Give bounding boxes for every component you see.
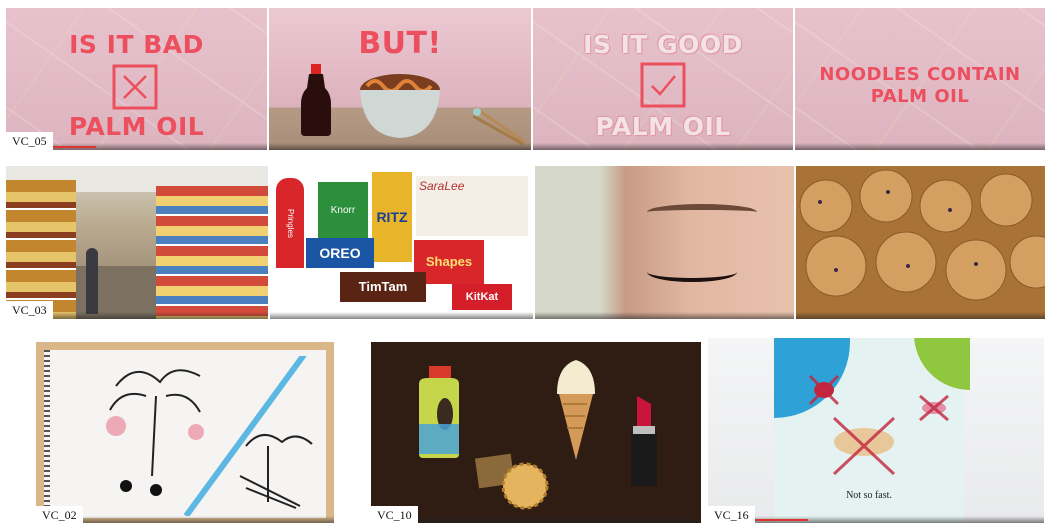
video-frame-sketch-drawing (36, 342, 334, 523)
video-frame-eye-closeup (535, 166, 794, 319)
headline-top: IS IT GOOD (583, 30, 743, 59)
eyebrow (647, 204, 757, 220)
player-control-bar[interactable] (371, 516, 701, 523)
headline-bottom: PALM OIL (870, 86, 970, 107)
player-control-bar[interactable] (796, 312, 1045, 319)
product-saralee: SaraLee (416, 176, 528, 236)
muffins-image (799, 169, 1045, 301)
headline-but: BUT! (358, 26, 442, 61)
detergent-bottle-icon (419, 366, 459, 458)
eyelid-lash (647, 262, 737, 282)
check-icon (640, 62, 686, 108)
headline-bottom: PALM OIL (595, 112, 731, 141)
palm-tree-sketch (106, 356, 313, 516)
video-frame-is-it-bad: IS IT BAD PALM OIL (6, 8, 267, 150)
soy-sauce-bottle-icon (301, 64, 331, 136)
noodle-bowl-icon (360, 74, 440, 138)
player-control-bar[interactable] (535, 312, 794, 319)
chopsticks-icon (472, 106, 526, 146)
product-oreo: OREO (306, 238, 374, 268)
product-knorr: Knorr (318, 182, 368, 240)
product-ritz: RITZ (372, 172, 412, 262)
biscuit-icon (475, 453, 549, 510)
video-frame-not-so-fast: Not so fast. (708, 338, 1044, 523)
cross-icon (112, 64, 158, 110)
headline-top: NOODLES CONTAIN (819, 64, 1021, 85)
player-control-bar[interactable] (269, 143, 531, 150)
shelf-left (6, 180, 76, 319)
video-frame-is-it-good: IS IT GOOD PALM OIL (533, 8, 793, 150)
video-frame-snack-products: Pringles Knorr RITZ SaraLee OREO Shapes … (270, 166, 533, 319)
player-control-bar[interactable] (270, 312, 533, 319)
video-label: VC_03 (6, 301, 53, 320)
lipstick-icon (631, 396, 657, 486)
player-control-bar[interactable] (708, 516, 1044, 523)
shopper (86, 248, 98, 314)
ice-cream-cone-icon (557, 360, 595, 460)
video-frame-but: BUT! (269, 8, 531, 150)
video-frame-noodles: NOODLES CONTAIN PALM OIL (795, 8, 1045, 150)
video-frame-supermarket (6, 166, 268, 319)
product-timtam: TimTam (340, 272, 426, 302)
video-label: VC_05 (6, 132, 53, 151)
video-frame-palm-oil-products (371, 342, 701, 523)
product-kitkat: KitKat (452, 284, 512, 310)
video-label: VC_16 (708, 506, 755, 525)
player-control-bar[interactable] (795, 143, 1045, 150)
player-control-bar[interactable] (533, 143, 793, 150)
video-frame-muffins (796, 166, 1045, 319)
video-label: VC_10 (371, 506, 418, 525)
shelf-right (156, 186, 268, 319)
product-pringles: Pringles (276, 178, 304, 268)
headline-top: IS IT BAD (69, 30, 204, 59)
spiral-binding (44, 350, 50, 518)
crossed-items-icon (808, 374, 949, 476)
slide-caption: Not so fast. (846, 490, 892, 501)
video-label: VC_02 (36, 506, 83, 525)
